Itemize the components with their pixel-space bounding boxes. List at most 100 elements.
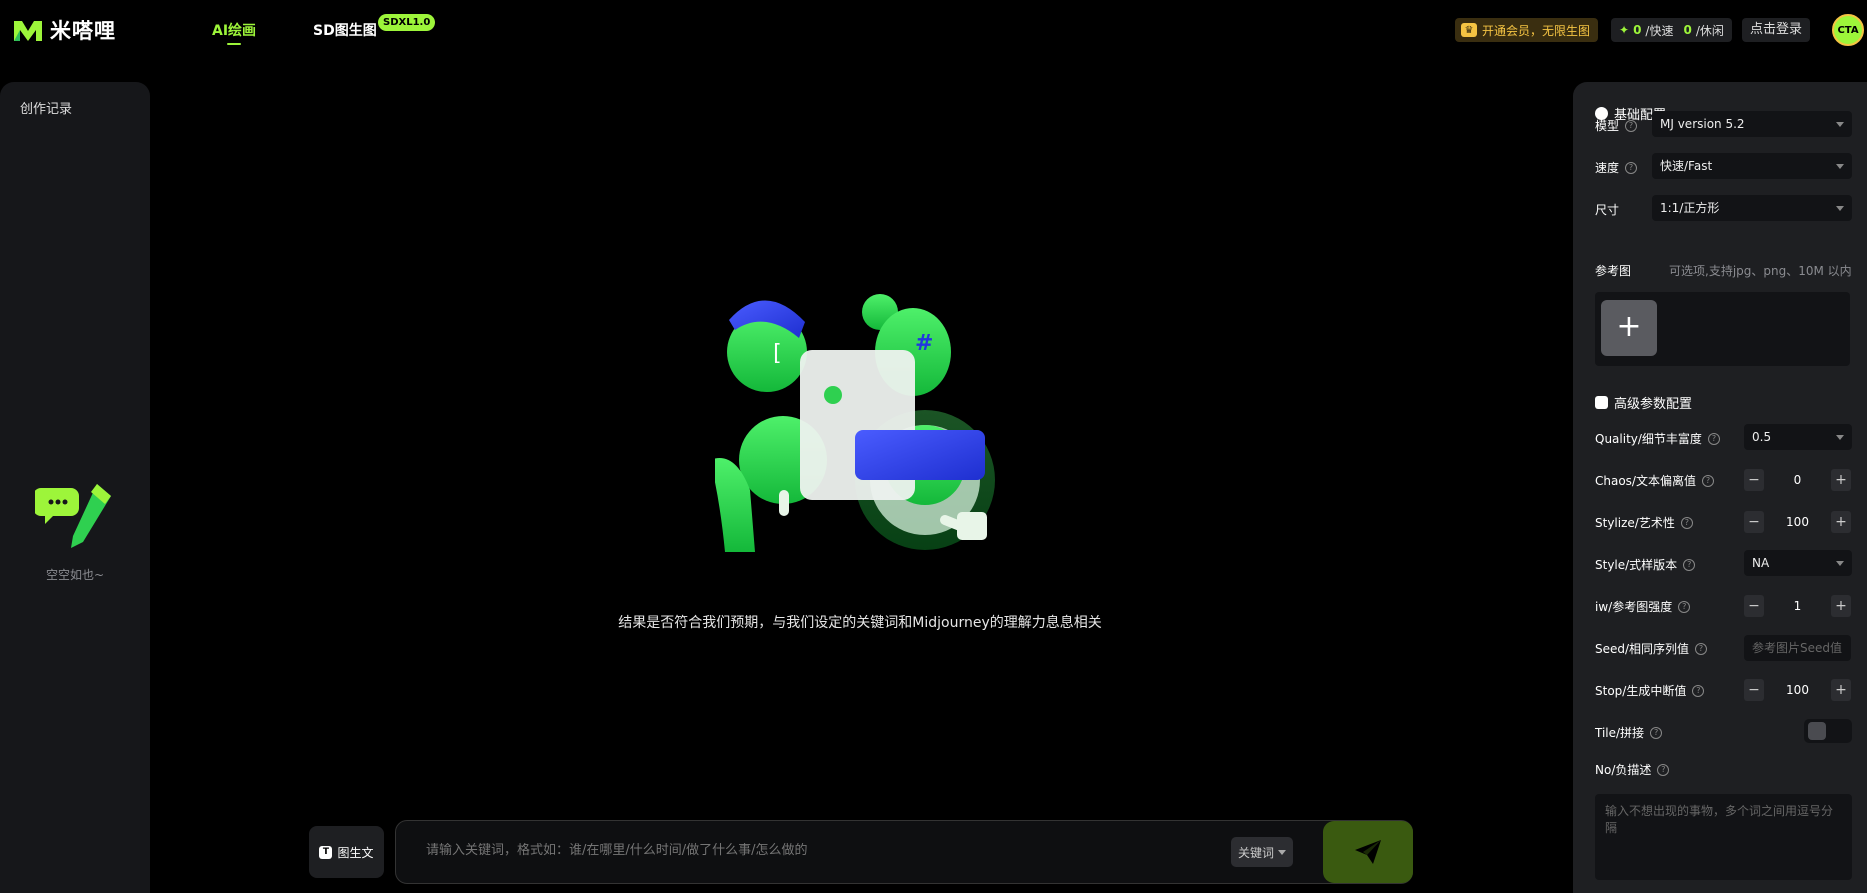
sdxl-badge: SDXL1.0 (378, 14, 436, 31)
login-button[interactable]: 点击登录 (1742, 18, 1811, 42)
top-header: 米嗒哩 AI绘画 SD图生图 SDXL1.0 ♛ 开通会员，无限生图 ✦ 0/快… (0, 0, 1867, 62)
chaos-stepper: − 0 + (1744, 467, 1851, 493)
send-icon (1355, 840, 1381, 864)
chevron-down-icon (1836, 561, 1844, 566)
size-value: 1:1/正方形 (1660, 201, 1720, 215)
text-icon: T (319, 845, 333, 859)
seed-label: Seed/相同序列值 (1595, 642, 1690, 656)
style-label-row: Style/式样版本 ? (1595, 556, 1696, 573)
empty-text: 空空如也~ (45, 568, 105, 582)
chaos-increment-button[interactable]: + (1830, 469, 1851, 491)
keyword-dropdown[interactable]: 关键词 (1231, 837, 1294, 867)
stop-value[interactable]: 100 (1786, 683, 1809, 697)
vip-button[interactable]: ♛ 开通会员，无限生图 (1455, 18, 1599, 42)
stop-label-row: Stop/生成中断值 ? (1595, 682, 1705, 699)
stylize-value[interactable]: 100 (1786, 515, 1809, 529)
stop-increment-button[interactable]: + (1831, 679, 1851, 701)
send-button[interactable] (1323, 821, 1413, 883)
empty-illustration: [ # (715, 294, 995, 552)
iw-decrement-button[interactable]: − (1744, 595, 1764, 617)
quality-select[interactable]: 0.5 (1744, 424, 1852, 450)
reference-label-row: 参考图 (1595, 262, 1631, 279)
add-reference-button[interactable]: + (1601, 300, 1657, 356)
prompt-input[interactable] (426, 843, 1206, 858)
tile-label-row: Tile/拼接 ? (1595, 724, 1663, 741)
model-label-row: 模型 ? (1595, 117, 1638, 134)
fast-label: /快速 (1645, 23, 1674, 38)
toggle-knob (1808, 722, 1826, 740)
chevron-down-icon (1836, 164, 1844, 169)
reference-label: 参考图 (1595, 264, 1632, 278)
speed-label: 速度 (1595, 161, 1620, 175)
vip-label: 开通会员，无限生图 (1482, 23, 1591, 38)
tab-ai-painting[interactable]: AI绘画 (212, 20, 256, 40)
tab-sd-img2img[interactable]: SD图生图 (313, 20, 377, 40)
quality-label: Quality/细节丰富度 (1595, 432, 1702, 446)
help-icon[interactable]: ? (1650, 726, 1663, 739)
stop-label: Stop/生成中断值 (1595, 684, 1687, 698)
tile-toggle[interactable] (1804, 719, 1852, 743)
model-label: 模型 (1595, 119, 1620, 133)
svg-text:[: [ (770, 341, 783, 366)
quality-value: 0.5 (1752, 430, 1772, 444)
no-label-row: No/负描述 ? (1595, 761, 1670, 778)
idle-label: /休闲 (1695, 23, 1724, 38)
style-label: Style/式样版本 (1595, 558, 1678, 572)
active-tab-indicator (227, 43, 241, 45)
help-icon[interactable]: ? (1701, 474, 1714, 487)
stop-decrement-button[interactable]: − (1744, 679, 1764, 701)
chaos-value[interactable]: 0 (1794, 473, 1802, 487)
chaos-decrement-button[interactable]: − (1744, 469, 1764, 491)
chevron-down-icon (1836, 206, 1844, 211)
idle-count: 0 (1683, 23, 1692, 37)
iw-label-row: iw/参考图强度 ? (1595, 598, 1691, 615)
help-icon[interactable]: ? (1657, 763, 1670, 776)
help-icon[interactable]: ? (1678, 600, 1691, 613)
speed-quota[interactable]: ✦ 0/快速 0/休闲 (1611, 18, 1732, 42)
prompt-bar: 关键词 (395, 820, 1413, 884)
iw-value[interactable]: 1 (1794, 599, 1802, 613)
style-select[interactable]: NA (1744, 550, 1852, 576)
help-icon[interactable]: ? (1695, 642, 1708, 655)
chaos-label: Chaos/文本偏离值 (1595, 474, 1696, 488)
negative-prompt-input[interactable]: 输入不想出现的事物，多个词之间用逗号分隔 (1595, 794, 1852, 880)
help-icon[interactable]: ? (1680, 516, 1693, 529)
reference-upload-area: + (1595, 292, 1850, 366)
speed-select[interactable]: 快速/Fast (1652, 153, 1852, 179)
seed-label-row: Seed/相同序列值 ? (1595, 640, 1708, 657)
history-panel: 创作记录 空空如也~ (0, 82, 150, 893)
help-icon[interactable]: ? (1692, 684, 1705, 697)
size-label-row: 尺寸 (1595, 201, 1619, 218)
panel-icon (1595, 396, 1608, 409)
seed-input[interactable]: 参考图片Seed值 (1744, 635, 1851, 661)
logo-text: 米嗒哩 (50, 19, 116, 43)
help-icon[interactable]: ? (1683, 558, 1696, 571)
avatar[interactable]: CTA (1832, 14, 1864, 46)
help-icon[interactable]: ? (1625, 119, 1638, 132)
logo[interactable]: 米嗒哩 (12, 15, 116, 45)
sparkle-icon: ✦ (1619, 23, 1630, 37)
avatar-text: CTA (1837, 24, 1859, 36)
model-value: MJ version 5.2 (1660, 117, 1745, 131)
fast-count: 0 (1633, 23, 1642, 37)
iw-stepper: − 1 + (1744, 593, 1851, 619)
speed-value: 快速/Fast (1660, 159, 1713, 173)
help-icon[interactable]: ? (1707, 432, 1720, 445)
image-to-text-label: 图生文 (337, 845, 374, 860)
stylize-increment-button[interactable]: + (1831, 511, 1851, 533)
advanced-config-label: 高级参数配置 (1614, 397, 1693, 412)
logo-icon (14, 21, 42, 41)
speed-label-row: 速度 ? (1595, 159, 1638, 176)
chevron-down-icon (1836, 122, 1844, 127)
iw-increment-button[interactable]: + (1830, 595, 1851, 617)
stylize-decrement-button[interactable]: − (1744, 511, 1764, 533)
model-select[interactable]: MJ version 5.2 (1652, 111, 1852, 137)
image-to-text-button[interactable]: T 图生文 (309, 826, 384, 878)
hint-text: 结果是否符合我们预期，与我们设定的关键词和Midjourney的理解力息息相关 (618, 615, 1102, 631)
help-icon[interactable]: ? (1625, 161, 1638, 174)
advanced-config-title: 高级参数配置 (1595, 393, 1692, 412)
size-label: 尺寸 (1595, 203, 1620, 217)
chevron-down-icon (1836, 435, 1844, 440)
size-select[interactable]: 1:1/正方形 (1652, 195, 1852, 221)
settings-panel: 基础配置 模型 ? MJ version 5.2 速度 ? 快速/Fast 尺寸… (1573, 82, 1867, 893)
